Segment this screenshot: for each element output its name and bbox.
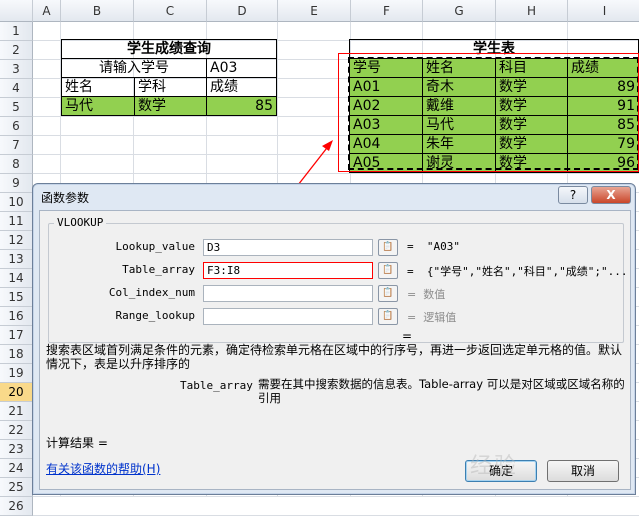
arg-label-lookup-value: Lookup_value [115,240,195,253]
calc-result: 计算结果 = [46,436,108,450]
arg-result-table-array: = {"学号","姓名","科目","成绩";"... [407,265,628,278]
function-result-equals: = [402,329,413,343]
arg-label-table-array: Table_array [122,263,195,276]
dialog-title: 函数参数 [41,191,90,205]
param-description: 需要在其中搜索数据的信息表。Table-array 可以是对区域或区域名称的引用 [258,377,625,405]
watermark-text: 经验 [470,454,519,479]
arg-result-lookup-value: = "A03" [407,240,460,253]
arg-result-range-lookup: = 逻辑值 [407,311,457,324]
cancel-button[interactable]: 取消 [547,460,619,482]
dialog-body: VLOOKUP Lookup_value D3 📋 = "A03" Table_… [39,210,631,490]
function-description: 搜索表区域首列满足条件的元素，确定待检索单元格在区域中的行序号，再进一步返回选定… [46,343,623,371]
close-button[interactable]: X [591,186,631,204]
dialog-titlebar[interactable]: 函数参数 ? X [33,184,635,210]
table-array-input[interactable]: F3:I8 [203,262,373,279]
function-name: VLOOKUP [54,216,107,229]
function-arguments-dialog: 函数参数 ? X VLOOKUP Lookup_value D3 📋 = "A0… [32,183,636,495]
lookup-value-input[interactable]: D3 [203,239,373,256]
arg-result-col-index-num: = 数值 [407,288,446,301]
col-index-num-input[interactable] [203,285,373,302]
help-button[interactable]: ? [558,186,588,204]
collapse-dialog-icon[interactable]: 📋 [378,239,398,256]
param-name: Table_array [180,379,253,392]
collapse-dialog-icon[interactable]: 📋 [378,308,398,325]
arg-label-col-index-num: Col_index_num [108,286,195,299]
collapse-dialog-icon[interactable]: 📋 [378,285,398,302]
range-lookup-input[interactable] [203,308,373,325]
help-link[interactable]: 有关该函数的帮助(H) [46,462,160,476]
collapse-dialog-icon[interactable]: 📋 [378,262,398,279]
arg-label-range-lookup: Range_lookup [115,309,195,322]
row-header[interactable]: 26 [0,497,33,516]
